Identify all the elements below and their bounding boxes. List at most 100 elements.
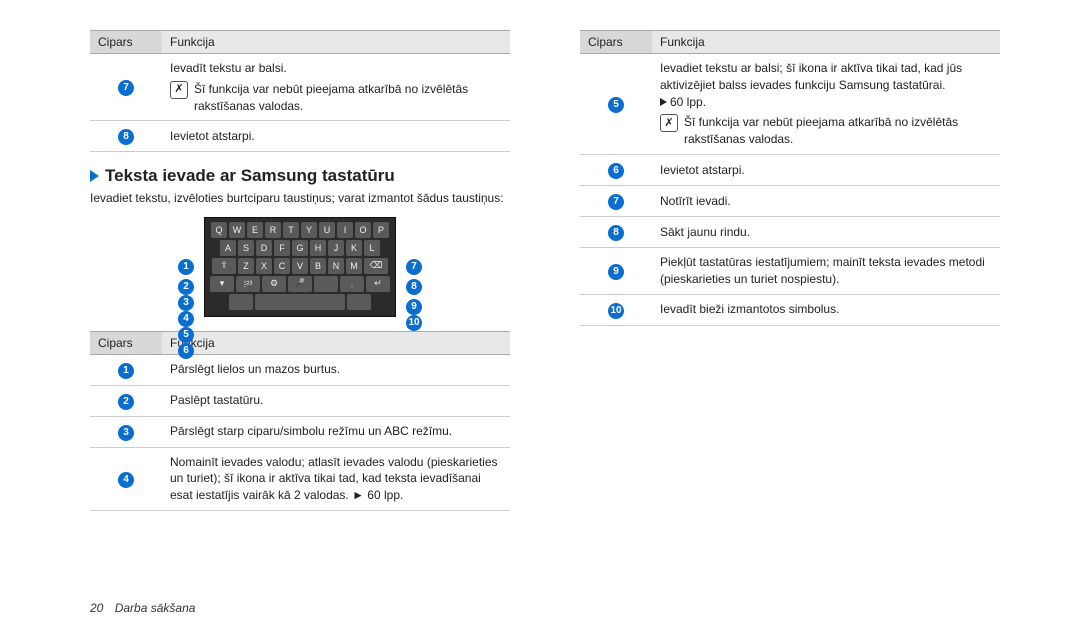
cell-text: Paslēpt tastatūru. bbox=[162, 385, 510, 416]
cell-text: Nomainīt ievades valodu; atlasīt ievades… bbox=[162, 447, 510, 510]
keyboard-key: Q bbox=[211, 222, 227, 238]
table-row: 10 Ievadīt bieži izmantotos simbolus. bbox=[580, 294, 1000, 325]
keyboard-key: ⌫ bbox=[364, 258, 388, 274]
table-row: 3 Pārslēgt starp ciparu/simbolu režīmu un… bbox=[90, 416, 510, 447]
th-funkcija: Funkcija bbox=[162, 331, 510, 354]
keyboard-key: I bbox=[337, 222, 353, 238]
keyboard-key: J bbox=[328, 240, 344, 256]
keyboard-key: ⁞²³ bbox=[236, 276, 260, 292]
keyboard-key: V bbox=[292, 258, 308, 274]
section-title-text: Teksta ievade ar Samsung tastatūru bbox=[105, 166, 395, 185]
keyboard-key: E bbox=[247, 222, 263, 238]
section-heading: Teksta ievade ar Samsung tastatūru bbox=[90, 166, 510, 186]
table-row: 8 Ievietot atstarpi. bbox=[90, 121, 510, 152]
table-row: 5 Ievadiet tekstu ar balsi; šī ikona ir a… bbox=[580, 54, 1000, 155]
keyboard-key bbox=[229, 294, 253, 310]
virtual-keyboard: QWERTYUIOP ASDFGHJKL ⇧ZXCVBNM⌫ ▾⁞²³⚙🎤.↵ bbox=[204, 217, 396, 317]
cell-text: Ievadīt tekstu ar balsi. bbox=[170, 60, 502, 77]
keyboard-key: ▾ bbox=[210, 276, 234, 292]
cell-text: Ievietot atstarpi. bbox=[170, 128, 502, 145]
keyboard-key bbox=[347, 294, 371, 310]
cell-text: Piekļūt tastatūras iestatījumiem; mainīt… bbox=[660, 254, 992, 288]
cell-text: Notīrīt ievadi. bbox=[660, 193, 992, 210]
table-left-top: Cipars Funkcija 7Ievadīt tekstu ar balsi… bbox=[90, 30, 510, 152]
chevron-right-icon bbox=[90, 170, 99, 182]
callout-2: 2 bbox=[178, 279, 194, 295]
row-number-badge: 8 bbox=[608, 225, 624, 241]
keyboard-key: H bbox=[310, 240, 326, 256]
keyboard-key: A bbox=[220, 240, 236, 256]
keyboard-key bbox=[255, 294, 345, 310]
cell-text: Pārslēgt starp ciparu/simbolu režīmu un … bbox=[162, 416, 510, 447]
keyboard-key: 🎤 bbox=[288, 276, 312, 292]
triangle-icon bbox=[660, 98, 667, 106]
keyboard-figure: QWERTYUIOP ASDFGHJKL ⇧ZXCVBNM⌫ ▾⁞²³⚙🎤.↵ … bbox=[90, 217, 510, 317]
keyboard-key: R bbox=[265, 222, 281, 238]
callout-3: 3 bbox=[178, 295, 194, 311]
th-funkcija: Funkcija bbox=[652, 31, 1000, 54]
row-number-badge: 8 bbox=[118, 129, 134, 145]
table-row: 2 Paslēpt tastatūru. bbox=[90, 385, 510, 416]
row-number-badge: 10 bbox=[608, 303, 624, 319]
table-row: 7 Notīrīt ievadi. bbox=[580, 185, 1000, 216]
keyboard-key: ⚙ bbox=[262, 276, 286, 292]
cell-text: Sākt jaunu rindu. bbox=[660, 224, 992, 241]
cell-text: Ievadiet tekstu ar balsi; šī ikona ir ak… bbox=[660, 60, 992, 94]
callout-7: 7 bbox=[406, 259, 422, 275]
keyboard-key: T bbox=[283, 222, 299, 238]
keyboard-key: U bbox=[319, 222, 335, 238]
note-icon: ✗ bbox=[170, 81, 188, 99]
row-number-badge: 6 bbox=[608, 163, 624, 179]
keyboard-key: D bbox=[256, 240, 272, 256]
callout-10: 10 bbox=[406, 315, 422, 331]
footer-section: Darba sākšana bbox=[115, 601, 196, 615]
row-number-badge: 5 bbox=[608, 97, 624, 113]
table-right: Cipars Funkcija 5Ievadiet tekstu ar bals… bbox=[580, 30, 1000, 326]
cell-text: Ievadīt bieži izmantotos simbolus. bbox=[660, 301, 992, 318]
keyboard-key: W bbox=[229, 222, 245, 238]
callout-8: 8 bbox=[406, 279, 422, 295]
keyboard-key: K bbox=[346, 240, 362, 256]
row-number-badge: 2 bbox=[118, 394, 134, 410]
keyboard-key: ⇧ bbox=[212, 258, 236, 274]
keyboard-key: L bbox=[364, 240, 380, 256]
table-row: 6 Ievietot atstarpi. bbox=[580, 154, 1000, 185]
page-footer: 20 Darba sākšana bbox=[90, 601, 195, 615]
callout-4: 4 bbox=[178, 311, 194, 327]
keyboard-key: X bbox=[256, 258, 272, 274]
keyboard-key: . bbox=[340, 276, 364, 292]
row-number-badge: 3 bbox=[118, 425, 134, 441]
keyboard-key: C bbox=[274, 258, 290, 274]
link-text: 60 lpp. bbox=[670, 95, 706, 109]
callout-9: 9 bbox=[406, 299, 422, 315]
row-number-badge: 4 bbox=[118, 472, 134, 488]
keyboard-key: G bbox=[292, 240, 308, 256]
table-row: 4 Nomainīt ievades valodu; atlasīt ievade… bbox=[90, 447, 510, 510]
page-number: 20 bbox=[90, 601, 103, 615]
note-icon: ✗ bbox=[660, 114, 678, 132]
row-number-badge: 7 bbox=[608, 194, 624, 210]
row-number-badge: 7 bbox=[118, 80, 134, 96]
note-text: Šī funkcija var nebūt pieejama atkarībā … bbox=[684, 114, 992, 148]
keyboard-key: S bbox=[238, 240, 254, 256]
table-row: 1Pārslēgt lielos un mazos burtus. bbox=[90, 354, 510, 385]
th-funkcija: Funkcija bbox=[162, 31, 510, 54]
cell-text: Ievietot atstarpi. bbox=[660, 162, 992, 179]
keyboard-key: O bbox=[355, 222, 371, 238]
table-row: 9 Piekļūt tastatūras iestatījumiem; mainī… bbox=[580, 247, 1000, 294]
keyboard-key: N bbox=[328, 258, 344, 274]
note-text: Šī funkcija var nebūt pieejama atkarībā … bbox=[194, 81, 502, 115]
table-row: 8 Sākt jaunu rindu. bbox=[580, 216, 1000, 247]
keyboard-key: ↵ bbox=[366, 276, 390, 292]
row-number-badge: 9 bbox=[608, 264, 624, 280]
th-cipars: Cipars bbox=[90, 331, 162, 354]
keyboard-key: M bbox=[346, 258, 362, 274]
section-intro: Ievadiet tekstu, izvēloties burtciparu t… bbox=[90, 190, 510, 206]
row-number-badge: 1 bbox=[118, 363, 134, 379]
left-column: Cipars Funkcija 7 Ievadīt tekstu ar balsi… bbox=[90, 30, 510, 560]
keyboard-key: P bbox=[373, 222, 389, 238]
table-left-bottom: Cipars Funkcija 1Pārslēgt lielos un mazo… bbox=[90, 331, 510, 511]
keyboard-key bbox=[314, 276, 338, 292]
callout-1: 1 bbox=[178, 259, 194, 275]
keyboard-key: F bbox=[274, 240, 290, 256]
